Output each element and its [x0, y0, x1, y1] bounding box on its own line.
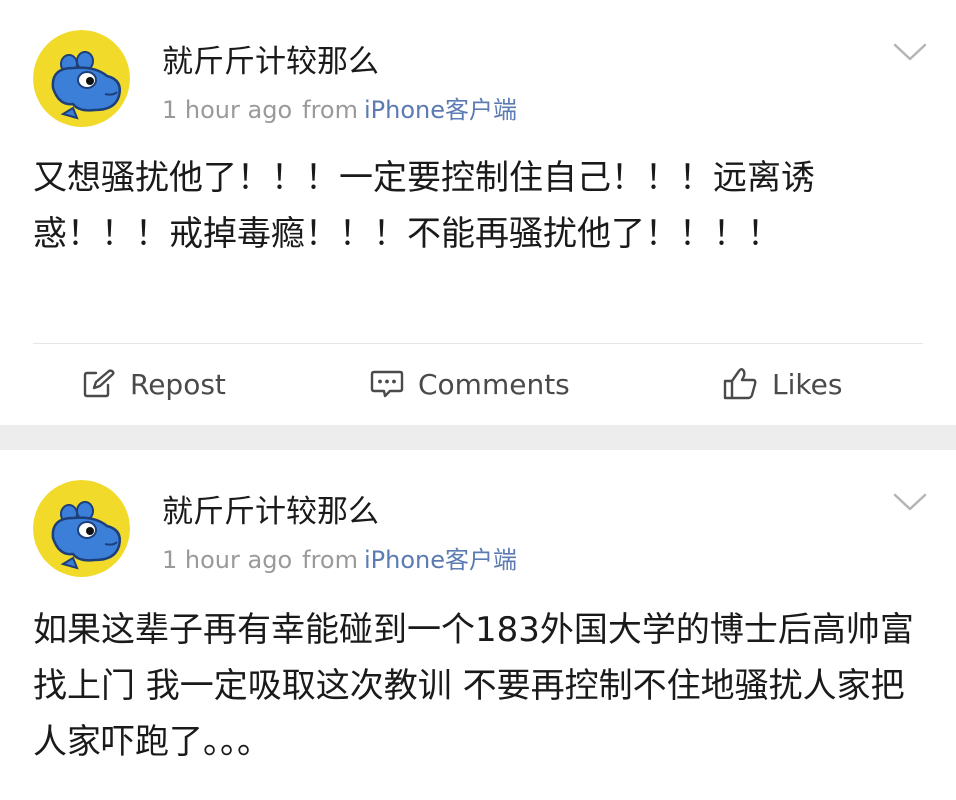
comments-button[interactable]: Comments	[370, 364, 570, 404]
post-time: 1 hour ago	[162, 96, 293, 124]
chevron-down-icon[interactable]	[892, 40, 928, 64]
from-label: from	[302, 546, 358, 574]
username[interactable]: 就斤斤计较那么	[162, 492, 379, 532]
blue-hippo-avatar-icon	[33, 480, 130, 577]
repost-button[interactable]: Repost	[82, 364, 226, 404]
avatar[interactable]	[33, 30, 130, 127]
thumbs-up-icon	[723, 368, 757, 400]
comments-label: Comments	[418, 367, 570, 401]
weibo-post: 就斤斤计较那么 1 hour ago from iPhone客户端 如果这辈子再有幸…	[0, 450, 956, 800]
post-meta: 1 hour ago from iPhone客户端	[162, 94, 517, 126]
likes-label: Likes	[772, 367, 843, 401]
username[interactable]: 就斤斤计较那么	[162, 42, 379, 82]
comment-icon	[370, 370, 404, 398]
action-bar: Repost Comments Likes	[0, 344, 956, 425]
avatar[interactable]	[33, 480, 130, 577]
likes-button[interactable]: Likes	[722, 364, 842, 404]
repost-label: Repost	[130, 367, 226, 401]
post-separator	[0, 425, 956, 450]
weibo-post: 就斤斤计较那么 1 hour ago from iPhone客户端 又想骚扰他了！！…	[0, 0, 956, 425]
source-link[interactable]: iPhone客户端	[364, 96, 517, 124]
post-text: 又想骚扰他了！！！一定要控制住自己！！！远离诱惑！！！戒掉毒瘾！！！不能再骚扰他…	[33, 158, 815, 254]
repost-icon	[83, 369, 115, 398]
chevron-down-icon[interactable]	[892, 490, 928, 514]
source-link[interactable]: iPhone客户端	[364, 546, 517, 574]
from-label: from	[302, 96, 358, 124]
post-time: 1 hour ago	[162, 546, 293, 574]
blue-hippo-avatar-icon	[33, 30, 130, 127]
post-text: 如果这辈子再有幸能碰到一个183外国大学的博士后高帅富找上门 我一定吸取这次教训…	[33, 610, 914, 762]
post-meta: 1 hour ago from iPhone客户端	[162, 544, 517, 576]
